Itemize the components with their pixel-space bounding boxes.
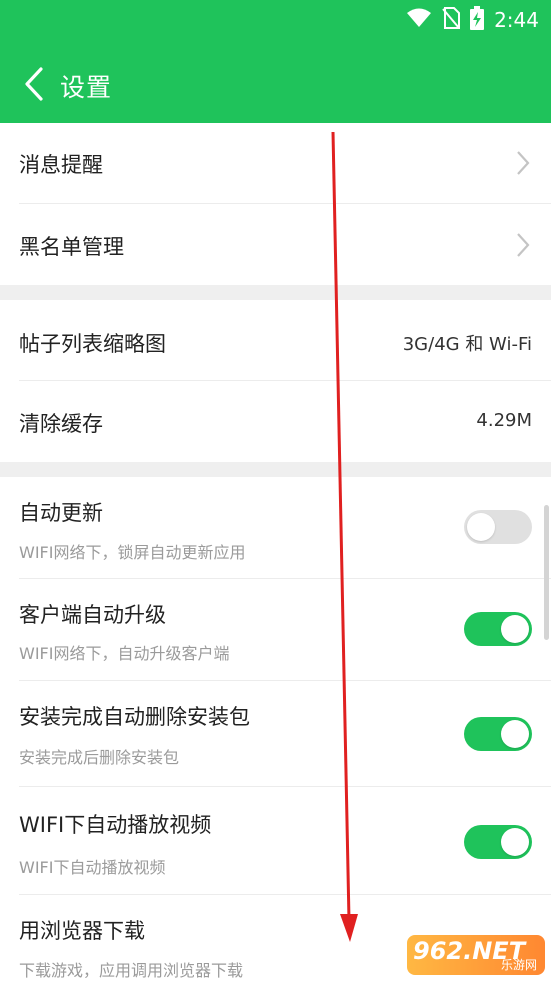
section-gap [0,285,551,300]
row-title: 安装完成自动删除安装包 [19,705,250,729]
settings-row-delete-package[interactable]: 安装完成自动删除安装包 安装完成后删除安装包 [0,681,551,787]
row-value: 3G/4G 和 Wi-Fi [402,334,532,355]
watermark-logo: 962.NET 乐游网 [407,935,545,975]
settings-row-blacklist[interactable]: 黑名单管理 [0,204,551,285]
row-value: 4.29M [476,410,532,431]
toggle-knob [501,828,529,856]
delete-package-toggle[interactable] [464,717,532,751]
row-title: 消息提醒 [19,153,103,177]
settings-list: 消息提醒 黑名单管理 帖子列表缩略图 3G/4G 和 Wi-Fi 清除缓存 4.… [0,123,551,981]
row-title: WIFI下自动播放视频 [19,813,212,837]
scrollbar[interactable] [544,505,549,640]
autoplay-video-toggle[interactable] [464,825,532,859]
settings-row-client-auto-upgrade[interactable]: 客户端自动升级 WIFI网络下，自动升级客户端 [0,579,551,681]
app-bar: 2:44 设置 [0,0,551,123]
toggle-knob [501,615,529,643]
row-subtitle: 下载游戏，应用调用浏览器下载 [19,961,244,980]
row-title: 用浏览器下载 [19,919,145,943]
status-icons: 2:44 [406,6,539,34]
settings-row-auto-update[interactable]: 自动更新 WIFI网络下，锁屏自动更新应用 [0,477,551,579]
row-title: 清除缓存 [19,412,103,436]
auto-update-toggle[interactable] [464,510,532,544]
row-title: 黑名单管理 [19,235,124,259]
row-title: 自动更新 [19,501,103,525]
toggle-knob [501,720,529,748]
settings-row-thumbnails[interactable]: 帖子列表缩略图 3G/4G 和 Wi-Fi [0,300,551,381]
status-bar: 2:44 [0,0,551,40]
row-title: 帖子列表缩略图 [19,332,166,356]
status-time: 2:44 [494,8,539,32]
no-sim-icon [442,7,461,33]
back-button[interactable] [6,56,62,116]
row-subtitle: WIFI网络下，锁屏自动更新应用 [19,543,246,562]
chevron-right-icon [515,149,531,177]
settings-row-clear-cache[interactable]: 清除缓存 4.29M [0,381,551,462]
settings-row-autoplay-video[interactable]: WIFI下自动播放视频 WIFI下自动播放视频 [0,787,551,895]
row-subtitle: WIFI下自动播放视频 [19,858,166,877]
battery-charging-icon [470,6,485,34]
row-subtitle: 安装完成后删除安装包 [19,748,180,767]
settings-row-message-reminder[interactable]: 消息提醒 [0,123,551,204]
toolbar: 设置 [0,56,551,116]
section-gap [0,462,551,477]
client-auto-upgrade-toggle[interactable] [464,612,532,646]
wifi-icon [406,8,432,32]
row-title: 客户端自动升级 [19,603,166,627]
page-title: 设置 [60,73,113,102]
chevron-left-icon [24,67,44,105]
row-subtitle: WIFI网络下，自动升级客户端 [19,644,230,663]
toggle-knob [467,513,495,541]
watermark-subtext: 乐游网 [500,958,537,972]
chevron-right-icon [515,231,531,259]
